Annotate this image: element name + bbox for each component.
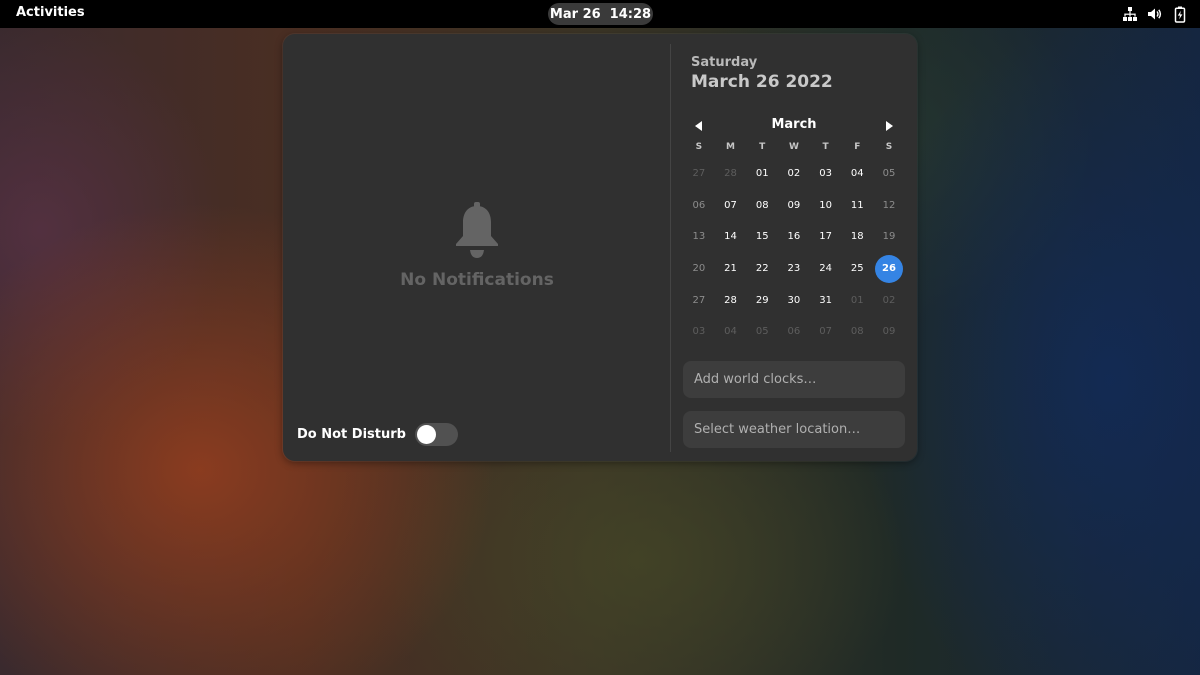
calendar-day[interactable]: 07 [810, 318, 842, 346]
day-header: S [885, 142, 893, 152]
clock-time: 14:28 [609, 6, 652, 22]
calendar-day[interactable]: 28 [715, 160, 747, 188]
network-icon[interactable] [1121, 6, 1138, 23]
calendar-day[interactable]: 18 [841, 223, 873, 251]
calendar-day[interactable]: 22 [746, 255, 778, 283]
calendar-day[interactable]: 07 [715, 191, 747, 219]
calendar-day[interactable]: 03 [683, 318, 715, 346]
calendar-day[interactable]: 10 [810, 191, 842, 219]
day-of-week-header: S M T W T F S [683, 142, 905, 158]
system-tray[interactable] [1121, 5, 1188, 23]
calendar-day[interactable]: 27 [683, 160, 715, 188]
calendar-day[interactable]: 20 [683, 255, 715, 283]
calendar-day[interactable]: 04 [715, 318, 747, 346]
today-date[interactable]: March 26 2022 [691, 72, 833, 92]
calendar-week: 27 28 29 30 31 01 02 [683, 284, 905, 316]
calendar-day[interactable]: 19 [873, 223, 905, 251]
do-not-disturb-row: Do Not Disturb [297, 422, 458, 446]
calendar-day[interactable]: 27 [683, 286, 715, 314]
calendar-day[interactable]: 06 [778, 318, 810, 346]
add-world-clocks-button[interactable]: Add world clocks… [683, 361, 905, 398]
do-not-disturb-switch[interactable] [414, 422, 458, 446]
calendar-day[interactable]: 29 [746, 286, 778, 314]
day-header: W [788, 142, 799, 152]
calendar-day[interactable]: 13 [683, 223, 715, 251]
today-marker: 26 [874, 254, 903, 283]
calendar-day[interactable]: 31 [810, 286, 842, 314]
notifications-empty-state: No Notifications [283, 202, 671, 290]
panel-divider [670, 44, 671, 452]
calendar-day[interactable]: 23 [778, 255, 810, 283]
calendar-day[interactable]: 08 [746, 191, 778, 219]
calendar-day[interactable]: 08 [841, 318, 873, 346]
calendar-day[interactable]: 12 [873, 191, 905, 219]
clock-date: Mar 26 [549, 6, 601, 22]
calendar-week: 03 04 05 06 07 08 09 [683, 316, 905, 348]
calendar-day[interactable]: 25 [841, 255, 873, 283]
day-header: F [854, 142, 861, 152]
calendar-week: 20 21 22 23 24 25 26 [683, 253, 905, 285]
today-weekday[interactable]: Saturday [691, 55, 757, 70]
calendar-day[interactable]: 09 [873, 318, 905, 346]
calendar-day[interactable]: 02 [873, 286, 905, 314]
clock-button[interactable]: Mar 26 14:28 [548, 3, 653, 25]
day-header: T [822, 142, 829, 152]
calendar-week: 13 14 15 16 17 18 19 [683, 221, 905, 253]
month-navigation: March [683, 117, 905, 135]
volume-icon[interactable] [1146, 6, 1163, 23]
calendar-day[interactable]: 11 [841, 191, 873, 219]
calendar-week: 27 28 01 02 03 04 05 [683, 158, 905, 190]
calendar-week: 06 07 08 09 10 11 12 [683, 190, 905, 222]
calendar-day[interactable]: 17 [810, 223, 842, 251]
calendar-grid: S M T W T F S 27 28 01 02 03 04 05 06 07… [683, 142, 905, 348]
no-notifications-label: No Notifications [400, 270, 554, 290]
calendar-day[interactable]: 09 [778, 191, 810, 219]
calendar-day[interactable]: 05 [746, 318, 778, 346]
calendar-day[interactable]: 30 [778, 286, 810, 314]
calendar-day-today[interactable]: 26 [873, 254, 905, 283]
day-header: M [726, 142, 736, 152]
next-month-icon[interactable] [882, 119, 896, 133]
bell-icon [456, 202, 498, 258]
calendar-day[interactable]: 01 [746, 160, 778, 188]
calendar-day[interactable]: 14 [715, 223, 747, 251]
select-weather-location-button[interactable]: Select weather location… [683, 411, 905, 448]
calendar-day[interactable]: 03 [810, 160, 842, 188]
calendar-day[interactable]: 01 [841, 286, 873, 314]
calendar-day[interactable]: 02 [778, 160, 810, 188]
calendar-day[interactable]: 24 [810, 255, 842, 283]
top-bar: Activities Mar 26 14:28 [0, 0, 1200, 28]
do-not-disturb-label: Do Not Disturb [297, 426, 406, 442]
month-label: March [771, 117, 817, 132]
battery-icon[interactable] [1171, 6, 1188, 23]
calendar-day[interactable]: 21 [715, 255, 747, 283]
calendar-day[interactable]: 15 [746, 223, 778, 251]
switch-knob [416, 424, 436, 444]
day-header: S [695, 142, 703, 152]
date-menu-popover: No Notifications Do Not Disturb Saturday… [283, 34, 917, 461]
activities-button[interactable]: Activities [16, 5, 85, 20]
day-header: T [759, 142, 766, 152]
calendar-day[interactable]: 16 [778, 223, 810, 251]
calendar-day[interactable]: 06 [683, 191, 715, 219]
calendar-day[interactable]: 04 [841, 160, 873, 188]
calendar-day[interactable]: 05 [873, 160, 905, 188]
calendar-day[interactable]: 28 [715, 286, 747, 314]
